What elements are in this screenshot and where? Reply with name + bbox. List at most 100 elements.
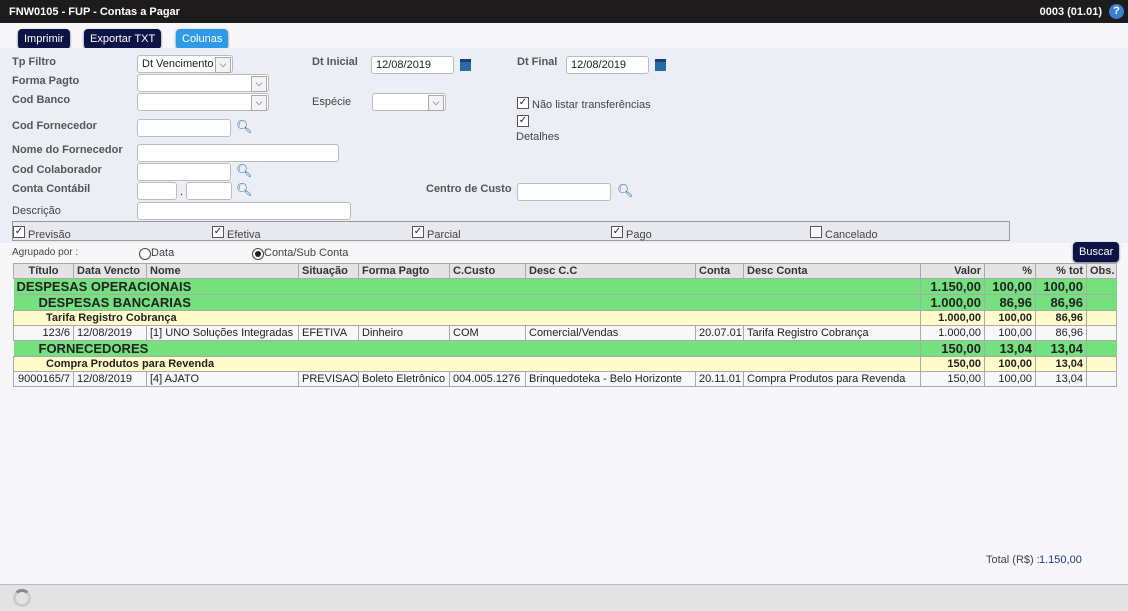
print-button[interactable]: Imprimir (18, 29, 70, 49)
table-cell: 123/6 (13, 325, 74, 341)
table-cell: 20.11.01 (695, 371, 744, 387)
table-cell: Comercial/Vendas (525, 325, 696, 341)
help-icon[interactable]: ? (1109, 4, 1124, 19)
nome-fornecedor-label: Nome do Fornecedor (12, 144, 123, 156)
group-pct: 86,96 (984, 294, 1036, 311)
tp-filtro-value: Dt Vencimento (142, 58, 214, 70)
column-header[interactable]: Data Vencto (73, 263, 147, 279)
group-pct-tot: 86,96 (1035, 310, 1087, 326)
search-icon[interactable]: 🔍︎ (236, 182, 253, 198)
status-2-checkbox[interactable]: ✓ (412, 226, 424, 238)
table-cell: 1.000,00 (920, 325, 985, 341)
centro-custo-label: Centro de Custo (426, 183, 512, 195)
cod-colaborador-input[interactable] (137, 163, 231, 181)
group-obs (1086, 310, 1117, 326)
forma-pagto-select[interactable] (137, 74, 269, 92)
group-label: Compra Produtos para Revenda (13, 356, 921, 372)
cod-fornecedor-input[interactable] (137, 119, 231, 137)
group-obs (1086, 278, 1117, 295)
especie-label: Espécie (312, 96, 352, 108)
group-conta-radio[interactable] (252, 248, 264, 260)
calendar-icon[interactable] (460, 59, 471, 71)
column-header[interactable]: Título (13, 263, 74, 279)
centro-custo-input[interactable] (517, 183, 611, 201)
table-cell (1086, 371, 1117, 387)
table-cell: 150,00 (920, 371, 985, 387)
table-header: Título Data Vencto Nome Situação Forma Pagto… (13, 263, 1117, 279)
especie-select[interactable] (372, 93, 446, 111)
column-header[interactable]: Obs. (1086, 263, 1117, 279)
group-valor: 150,00 (920, 356, 985, 372)
status-4-label: Cancelado (825, 229, 878, 241)
status-1-checkbox[interactable]: ✓ (212, 226, 224, 238)
status-4-checkbox[interactable] (810, 226, 822, 238)
group-obs (1086, 356, 1117, 372)
status-3-checkbox[interactable]: ✓ (611, 226, 623, 238)
sub-conta-input[interactable] (186, 182, 232, 200)
group-pct-tot: 86,96 (1035, 294, 1087, 311)
dt-inicial-input[interactable]: 12/08/2019 (371, 56, 454, 74)
table-cell: 9000165/7 (13, 371, 74, 387)
group-conta-label: Conta/Sub Conta (264, 247, 349, 259)
search-icon[interactable]: 🔍︎ (617, 183, 634, 199)
column-header[interactable]: Desc C.C (525, 263, 696, 279)
column-header[interactable]: % tot (1035, 263, 1087, 279)
table-row[interactable]: DESPESAS OPERACIONAIS 1.150,00 100,00 100,0… (13, 278, 1117, 295)
table-cell: 004.005.1276 (449, 371, 526, 387)
table-row[interactable]: DESPESAS BANCARIAS 1.000,00 86,96 86,96 (13, 294, 1117, 311)
column-header[interactable]: Situação (298, 263, 359, 279)
column-header[interactable]: Conta (695, 263, 744, 279)
tp-filtro-select[interactable]: Dt Vencimento (137, 55, 233, 73)
status-0-checkbox[interactable]: ✓ (13, 226, 25, 238)
nao-listar-checkbox[interactable]: ✓ (517, 97, 529, 109)
calendar-icon[interactable] (655, 59, 666, 71)
dt-final-label: Dt Final (517, 56, 558, 68)
column-header[interactable]: Nome (146, 263, 299, 279)
cod-colaborador-label: Cod Colaborador (12, 164, 102, 176)
dt-inicial-label: Dt Inicial (312, 56, 358, 68)
table-cell: EFETIVA (298, 325, 359, 341)
table-cell: Compra Produtos para Revenda (743, 371, 921, 387)
group-pct: 100,00 (984, 310, 1036, 326)
search-button[interactable]: Buscar (1073, 242, 1120, 262)
group-data-radio[interactable] (139, 248, 151, 260)
export-txt-button[interactable]: Exportar TXT (84, 29, 162, 49)
search-icon[interactable]: 🔍︎ (236, 163, 253, 179)
column-header[interactable]: Valor (920, 263, 985, 279)
column-header[interactable]: C.Custo (449, 263, 526, 279)
group-obs (1086, 294, 1117, 311)
status-1-label: Efetiva (227, 229, 261, 241)
group-valor: 150,00 (920, 340, 985, 357)
agrupado-label: Agrupado por : (12, 247, 79, 258)
table-row[interactable]: 123/6 12/08/2019 [1] UNO Soluções Integrad… (13, 325, 1117, 341)
table-cell: 20.07.01 (695, 325, 744, 341)
table-cell: Brinquedoteka - Belo Horizonte (525, 371, 696, 387)
cod-banco-select[interactable] (137, 93, 269, 111)
search-icon[interactable]: 🔍︎ (236, 119, 253, 135)
group-valor: 1.000,00 (920, 294, 985, 311)
column-header[interactable]: % (984, 263, 1036, 279)
table-cell (1086, 325, 1117, 341)
status-3-label: Pago (626, 229, 652, 241)
detalhes-checkbox[interactable]: ✓ (517, 115, 529, 127)
conta-input[interactable] (137, 182, 177, 200)
group-pct-tot: 100,00 (1035, 278, 1087, 295)
table-cell: Boleto Eletrônico (358, 371, 450, 387)
title-bar: FNW0105 - FUP - Contas a Pagar 0003 (01.… (0, 0, 1128, 23)
nome-fornecedor-input[interactable] (137, 144, 339, 162)
table-row[interactable]: Tarifa Registro Cobrança 1.000,00 100,00 86… (13, 310, 1117, 326)
table-row[interactable]: Compra Produtos para Revenda 150,00 100,00… (13, 356, 1117, 372)
table-cell: Tarifa Registro Cobrança (743, 325, 921, 341)
table-cell: [4] AJATO (146, 371, 299, 387)
table-cell: COM (449, 325, 526, 341)
table-row[interactable]: 9000165/7 12/08/2019 [4] AJATO PREVISAO Bole… (13, 371, 1117, 387)
conta-contabil-label: Conta Contábil (12, 183, 91, 195)
group-valor: 1.150,00 (920, 278, 985, 295)
cod-fornecedor-label: Cod Fornecedor (12, 120, 97, 132)
column-header[interactable]: Forma Pagto (358, 263, 450, 279)
columns-button[interactable]: Colunas (176, 29, 229, 49)
table-row[interactable]: FORNECEDORES 150,00 13,04 13,04 (13, 340, 1117, 357)
column-header[interactable]: Desc Conta (743, 263, 921, 279)
dt-final-input[interactable]: 12/08/2019 (566, 56, 649, 74)
descricao-input[interactable] (137, 202, 351, 220)
